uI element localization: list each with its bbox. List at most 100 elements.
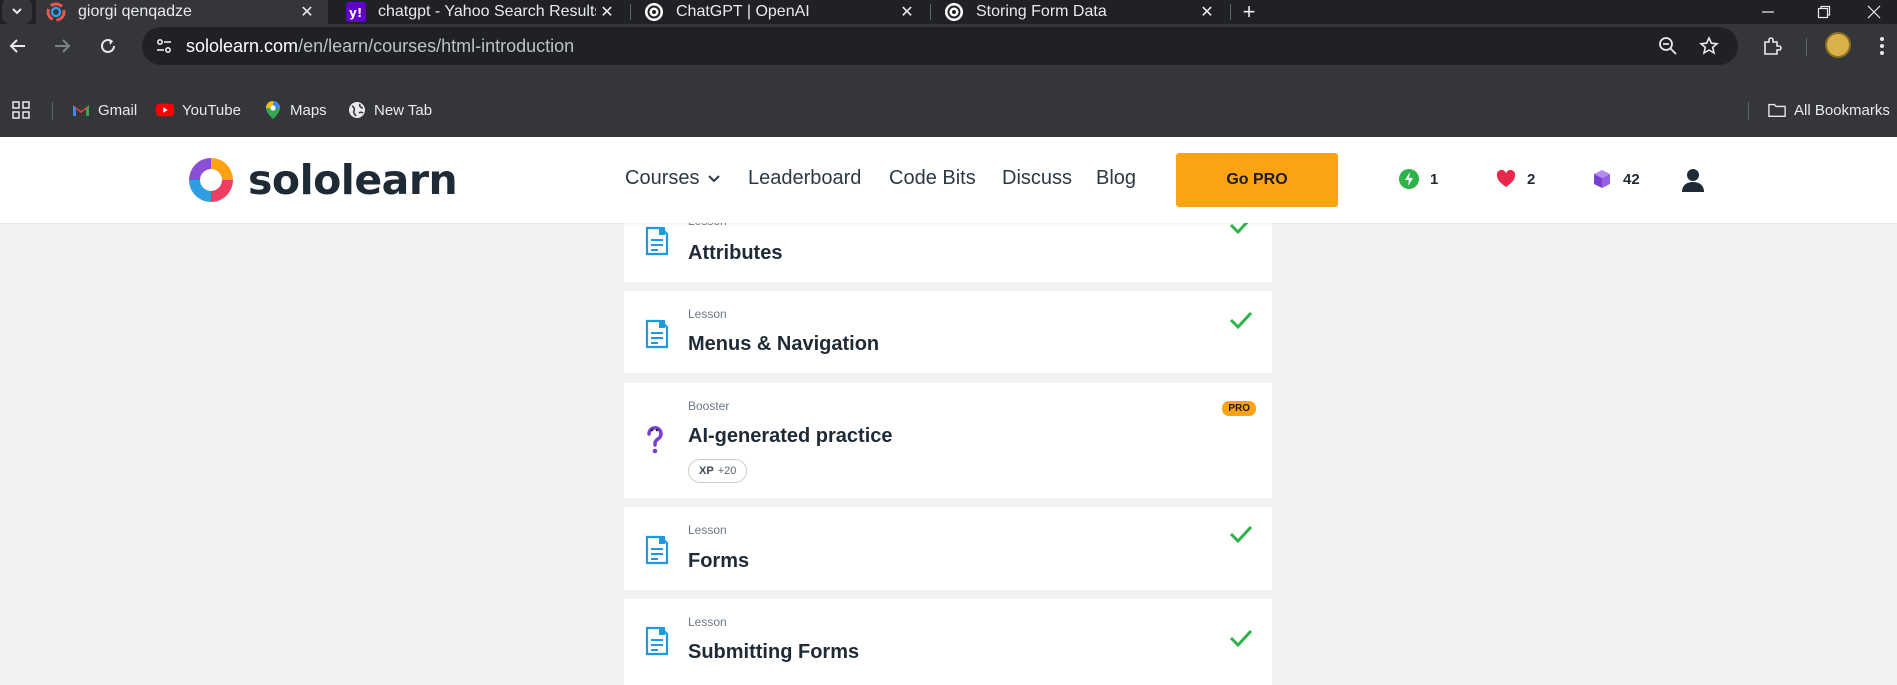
hearts-counter[interactable]: 2 (1495, 168, 1535, 190)
lesson-title: Attributes (688, 242, 783, 264)
site-info-icon[interactable] (150, 32, 178, 60)
maps-icon (264, 101, 282, 119)
tab-title: Storing Form Data (976, 3, 1107, 20)
lesson-document-icon (645, 226, 669, 256)
arrow-left-icon (9, 39, 25, 53)
tab-yahoo[interactable]: y! chatgpt - Yahoo Search Results ✕ (336, 0, 628, 24)
arrow-right-icon (55, 39, 71, 53)
logo-text: sololearn (248, 156, 458, 204)
tab-title: ChatGPT | OpenAI (676, 3, 810, 20)
back-button[interactable] (2, 30, 34, 62)
reload-button[interactable] (92, 30, 124, 62)
lesson-title: Submitting Forms (688, 641, 860, 663)
bookmark-star-button[interactable] (1694, 31, 1724, 61)
chevron-down-icon (12, 8, 22, 15)
bookmark-youtube[interactable]: YouTube (156, 99, 241, 121)
checkmark-icon (1229, 629, 1253, 648)
pro-badge: PRO (1222, 401, 1256, 416)
sololearn-logo[interactable]: sololearn (186, 155, 458, 205)
nav-courses-label: Courses (625, 167, 700, 189)
heart-icon (1495, 168, 1517, 190)
gmail-icon (72, 101, 90, 119)
site-header: sololearn Courses Leaderboard Code Bits … (0, 137, 1897, 223)
tab-separator (630, 4, 631, 20)
close-icon[interactable]: ✕ (596, 1, 618, 23)
close-icon[interactable]: ✕ (1196, 1, 1218, 23)
bookmark-gmail[interactable]: Gmail (72, 99, 137, 121)
sololearn-logo-icon (189, 158, 233, 202)
bookmark-label: New Tab (374, 101, 433, 119)
bookmark-label: YouTube (182, 101, 241, 119)
zoom-out-icon (1659, 37, 1677, 55)
gem-cube-icon (1591, 168, 1613, 190)
forward-button[interactable] (46, 30, 78, 62)
openai-favicon (944, 2, 964, 22)
nav-code-bits[interactable]: Code Bits (889, 167, 976, 190)
bookmarks-bar: Gmail YouTube Maps New Tab All Bookmarks (0, 66, 1897, 137)
xp-reward-chip: XP +20 (688, 459, 748, 483)
bookmark-label: Maps (290, 101, 327, 119)
nav-leaderboard[interactable]: Leaderboard (748, 167, 861, 190)
browser-menu-button[interactable] (1866, 30, 1897, 62)
extensions-button[interactable] (1756, 30, 1788, 62)
lesson-card-menus-navigation[interactable]: Lesson Menus & Navigation (624, 291, 1272, 373)
booster-card-ai-practice[interactable]: Booster AI-generated practice PRO XP +20 (624, 383, 1272, 498)
new-tab-button[interactable]: + (1236, 0, 1262, 24)
openai-favicon (644, 2, 664, 22)
tab-storing-form-data[interactable]: Storing Form Data ✕ (934, 0, 1228, 24)
nav-blog[interactable]: Blog (1096, 167, 1136, 190)
minimize-button[interactable] (1740, 0, 1796, 24)
lesson-document-icon (645, 535, 669, 565)
streak-counter[interactable]: 1 (1398, 168, 1438, 190)
nav-leaderboard-label: Leaderboard (748, 167, 862, 189)
tab-chatgpt[interactable]: ChatGPT | OpenAI ✕ (634, 0, 928, 24)
lesson-card-forms[interactable]: Lesson Forms (624, 507, 1272, 590)
zoom-button[interactable] (1653, 31, 1683, 61)
lesson-title: Forms (688, 550, 750, 572)
go-pro-button[interactable]: Go PRO (1176, 153, 1338, 207)
tab-title: chatgpt - Yahoo Search Results (378, 3, 596, 20)
lesson-card-submitting-forms[interactable]: Lesson Submitting Forms (624, 599, 1272, 685)
close-icon[interactable]: ✕ (896, 1, 918, 23)
address-bar[interactable]: sololearn.com/en/learn/courses/html-intr… (142, 27, 1738, 65)
xp-value: +20 (717, 465, 737, 477)
lesson-document-icon (645, 626, 669, 656)
tab-sololearn[interactable]: giorgi qenqadze ✕ (36, 0, 328, 24)
tab-search-button[interactable] (2, 0, 32, 24)
bookmark-new-tab[interactable]: New Tab (348, 99, 432, 121)
streak-value: 1 (1430, 170, 1439, 188)
nav-blog-label: Blog (1096, 167, 1137, 189)
url-host: sololearn.com (186, 36, 299, 56)
all-bookmarks-button[interactable]: All Bookmarks (1768, 99, 1890, 121)
lightning-icon (1398, 168, 1420, 190)
nav-code-bits-label: Code Bits (889, 167, 976, 189)
restore-button[interactable] (1796, 0, 1852, 24)
gems-counter[interactable]: 42 (1591, 168, 1640, 190)
user-icon (1682, 169, 1704, 192)
profile-avatar[interactable] (1825, 32, 1851, 58)
chevron-down-icon (708, 174, 721, 182)
close-icon (1867, 5, 1881, 19)
url-text: sololearn.com/en/learn/courses/html-intr… (186, 36, 574, 57)
close-window-button[interactable] (1846, 0, 1897, 24)
user-profile-button[interactable] (1680, 167, 1706, 193)
tab-separator (930, 4, 931, 20)
nav-discuss[interactable]: Discuss (1002, 167, 1072, 190)
close-icon[interactable]: ✕ (296, 1, 318, 23)
more-vertical-icon (1880, 37, 1884, 55)
tab-separator (1230, 4, 1231, 20)
xp-label: XP (699, 465, 714, 477)
bookmark-label: Gmail (98, 101, 138, 119)
lesson-kind: Lesson (688, 523, 727, 537)
youtube-icon (156, 101, 174, 119)
bookmark-separator (1748, 102, 1749, 120)
lesson-document-icon (645, 319, 669, 349)
bookmark-maps[interactable]: Maps (264, 99, 327, 121)
nav-courses[interactable]: Courses (625, 167, 721, 190)
apps-button[interactable] (12, 99, 38, 121)
sololearn-favicon (46, 2, 66, 22)
checkmark-icon (1229, 525, 1253, 544)
browser-toolbar: sololearn.com/en/learn/courses/html-intr… (0, 24, 1897, 66)
hearts-value: 2 (1527, 170, 1536, 188)
reload-icon (101, 38, 115, 53)
